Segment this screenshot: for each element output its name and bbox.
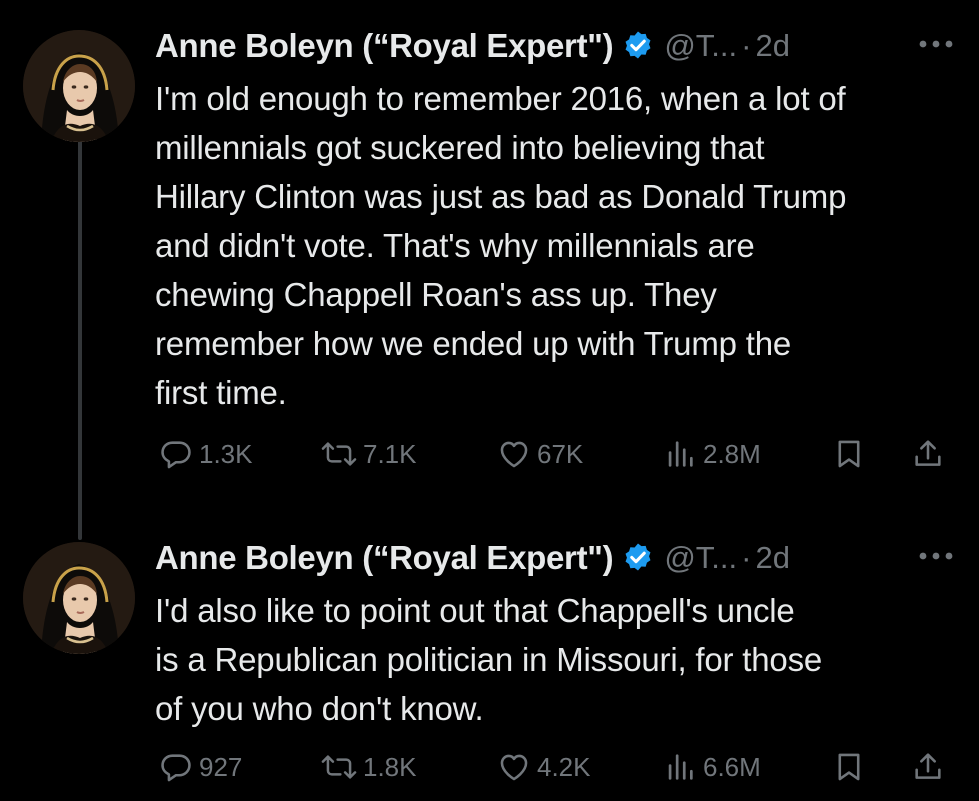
more-options-icon[interactable] xyxy=(915,548,957,564)
author-name[interactable]: Anne Boleyn (“Royal Expert") xyxy=(155,539,614,577)
tweet-header: Anne Boleyn (“Royal Expert") @T... · 2d xyxy=(155,26,959,66)
reply-icon xyxy=(161,441,191,469)
avatar[interactable] xyxy=(23,30,135,142)
reply-button[interactable]: 927 xyxy=(159,747,242,787)
views-count: 6.6M xyxy=(703,751,761,782)
separator-dot: · xyxy=(741,28,752,63)
portrait-image xyxy=(23,30,135,142)
share-button[interactable] xyxy=(911,434,945,474)
verified-badge-icon xyxy=(625,31,651,59)
repost-count: 1.8K xyxy=(363,751,417,782)
share-icon xyxy=(915,753,941,779)
like-icon xyxy=(500,441,528,468)
bookmark-button[interactable] xyxy=(832,747,866,787)
repost-icon xyxy=(321,755,357,779)
separator-dot: · xyxy=(741,540,752,575)
repost-count: 7.1K xyxy=(363,438,417,469)
reply-count: 1.3K xyxy=(199,438,253,469)
author-handle[interactable]: @T... xyxy=(664,540,737,576)
verified-badge-icon xyxy=(625,543,651,571)
reply-count: 927 xyxy=(199,751,243,782)
tweet-text: I'd also like to point out that Chappell… xyxy=(155,592,823,727)
views-count: 2.8M xyxy=(703,438,761,469)
repost-icon xyxy=(321,442,357,466)
tweet-content: Anne Boleyn (“Royal Expert") @T... · 2d … xyxy=(155,538,959,733)
like-button[interactable]: 67K xyxy=(497,434,583,474)
views-button[interactable]: 6.6M xyxy=(663,747,761,787)
views-icon xyxy=(668,754,693,780)
author-name[interactable]: Anne Boleyn (“Royal Expert") xyxy=(155,27,614,65)
author-handle[interactable]: @T... xyxy=(664,28,737,64)
like-count: 4.2K xyxy=(537,751,591,782)
share-button[interactable] xyxy=(911,747,945,787)
repost-button[interactable]: 7.1K xyxy=(321,434,417,474)
portrait-image xyxy=(23,542,135,654)
share-icon xyxy=(915,440,941,466)
bookmark-icon xyxy=(838,440,860,468)
bookmark-button[interactable] xyxy=(832,434,866,474)
timestamp[interactable]: 2d xyxy=(755,28,789,64)
tweet-header: Anne Boleyn (“Royal Expert") @T... · 2d xyxy=(155,538,959,578)
like-button[interactable]: 4.2K xyxy=(497,747,591,787)
views-icon xyxy=(668,441,693,467)
reply-button[interactable]: 1.3K xyxy=(159,434,253,474)
like-icon xyxy=(500,754,528,781)
like-count: 67K xyxy=(537,438,584,469)
avatar[interactable] xyxy=(23,542,135,654)
tweet-text: I'm old enough to remember 2016, when a … xyxy=(155,80,847,411)
views-button[interactable]: 2.8M xyxy=(663,434,761,474)
bookmark-icon xyxy=(838,753,860,781)
timestamp[interactable]: 2d xyxy=(755,540,789,576)
thread-connector-line xyxy=(78,140,82,540)
tweet-content: Anne Boleyn (“Royal Expert") @T... · 2d … xyxy=(155,26,959,417)
repost-button[interactable]: 1.8K xyxy=(321,747,417,787)
more-options-icon[interactable] xyxy=(915,36,957,52)
reply-icon xyxy=(161,754,191,782)
